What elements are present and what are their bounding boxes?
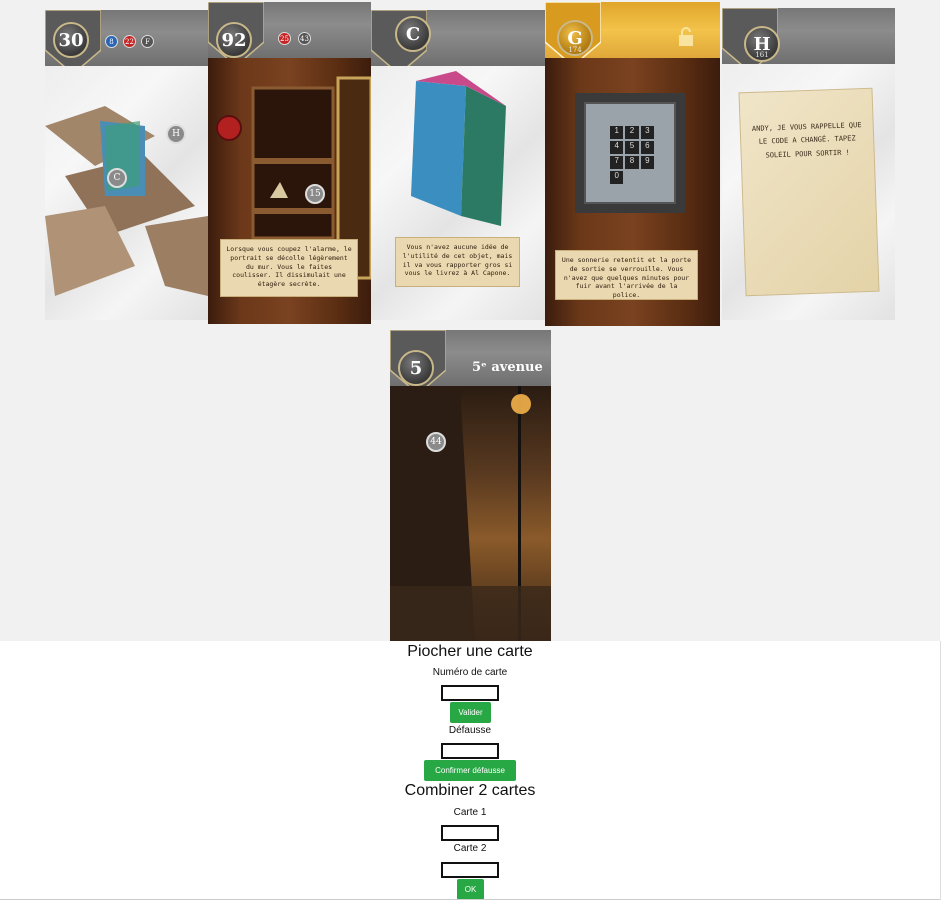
token-gray: 43 (298, 32, 311, 45)
card1-input[interactable] (441, 825, 499, 841)
combine-cards-title: Combiner 2 cartes (404, 782, 536, 799)
card2-input[interactable] (441, 862, 499, 878)
token-blue: 8 (105, 35, 118, 48)
keypad-key[interactable]: 6 (640, 141, 654, 154)
keypad-key[interactable]: 0 (610, 171, 624, 184)
marker-c: C (107, 168, 127, 188)
lock-icon (677, 27, 695, 46)
card-art-crates (45, 66, 208, 320)
card-h[interactable]: H 161 ANDY, JE VOUS RAPPELLE QUE LE CODE… (722, 8, 895, 320)
keypad-key[interactable]: 7 (610, 156, 624, 169)
card-92[interactable]: 92 25 43 15 Lorsque vous coupez l'alarme… (208, 2, 371, 324)
crates-illustration (45, 106, 208, 296)
token-red: 25 (278, 32, 291, 45)
story-note: Une sonnerie retentit et la porte de sor… (555, 250, 698, 300)
card1-label: Carte 1 (453, 807, 487, 818)
marker-15: 15 (305, 184, 325, 204)
marker-44: 44 (426, 432, 446, 452)
action-panel: Piocher une carte Numéro de carte Valide… (0, 641, 940, 900)
keypad-key[interactable]: 8 (625, 156, 639, 169)
token-red: 22 (123, 35, 136, 48)
confirm-discard-button[interactable]: Confirmer défausse (424, 760, 516, 781)
keypad-key[interactable]: 5 (625, 141, 639, 154)
discard-input[interactable] (441, 743, 499, 759)
card-art-street (390, 386, 551, 641)
keypad-key[interactable]: 3 (640, 126, 654, 139)
ok-button[interactable]: OK (457, 879, 484, 900)
card-number-badge: 92 (216, 22, 252, 58)
validate-button[interactable]: Valider (450, 702, 491, 723)
story-note: Lorsque vous coupez l'alarme, le portrai… (220, 239, 358, 297)
discard-label: Défausse (448, 725, 492, 736)
card-title: 5ᵉ avenue (472, 360, 543, 375)
keypad-key[interactable]: 1 (610, 126, 624, 139)
street-illustration (390, 386, 551, 641)
card-g[interactable]: G 174 1 2 3 4 5 6 7 8 9 0 Une sonnerie r… (545, 2, 720, 326)
token-gray: F (141, 35, 154, 48)
bottom-divider (0, 899, 940, 900)
right-divider (940, 641, 941, 900)
card2-label: Carte 2 (453, 843, 487, 854)
card-number-badge: 5 (398, 350, 434, 386)
card-number-badge: 30 (53, 22, 89, 58)
card-board: 30 8 22 F H C 92 25 43 15 Lorsque vous c… (0, 0, 940, 641)
card-number-input[interactable] (441, 685, 499, 701)
story-note: Vous n'avez aucune idée de l'utilité de … (395, 237, 520, 287)
marker-h: H (166, 124, 186, 144)
card-subnumber: 161 (755, 51, 769, 59)
keypad-key[interactable]: 9 (640, 156, 654, 169)
door-keypad[interactable]: 1 2 3 4 5 6 7 8 9 0 (610, 126, 654, 184)
card-30[interactable]: 30 8 22 F H C (45, 10, 208, 320)
card-c[interactable]: C Vous n'avez aucune idée de l'utilité d… (371, 10, 545, 320)
keypad-key[interactable]: 4 (610, 141, 624, 154)
letter-note: ANDY, JE VOUS RAPPELLE QUE LE CODE A CHA… (738, 87, 880, 297)
card-number-badge: C (395, 16, 431, 52)
card-5[interactable]: 5 5ᵉ avenue 44 (390, 330, 551, 641)
keypad-key[interactable]: 2 (625, 126, 639, 139)
draw-card-title: Piocher une carte (407, 643, 533, 660)
card-number-label: Numéro de carte (432, 667, 508, 678)
card-subnumber: 174 (568, 46, 582, 54)
